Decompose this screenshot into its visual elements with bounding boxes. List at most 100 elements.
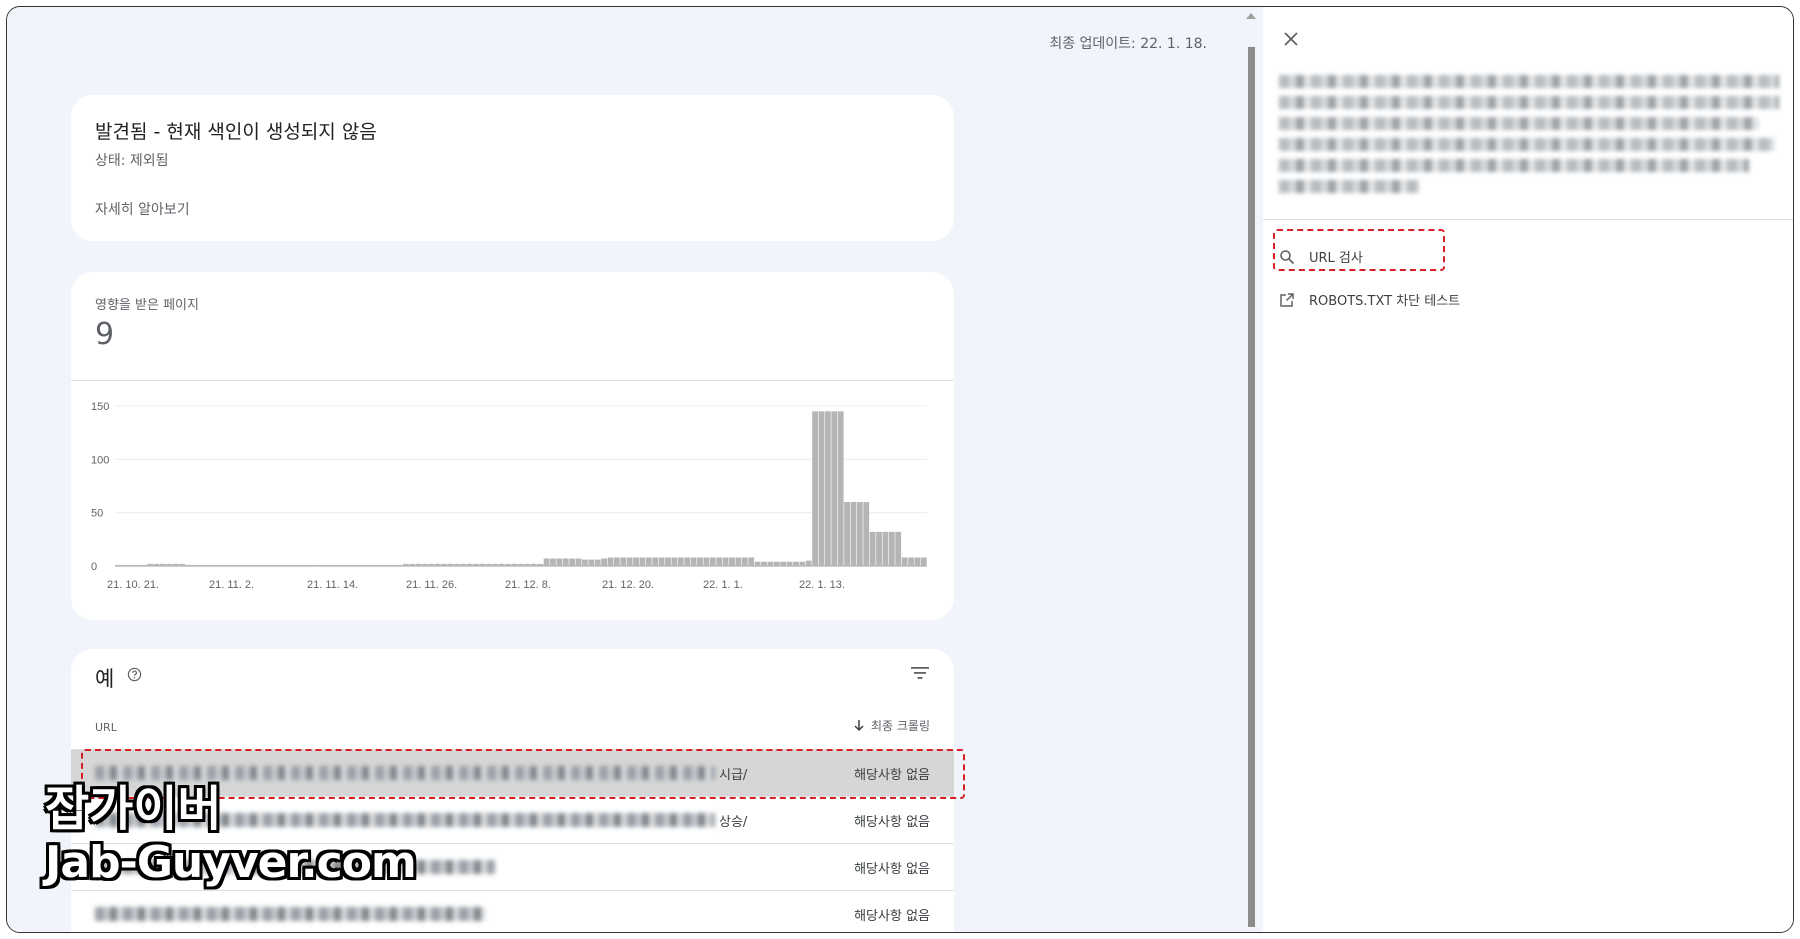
bar [351, 564, 358, 566]
bar [479, 563, 486, 566]
bar [326, 564, 333, 566]
bar [556, 558, 563, 566]
bar [786, 561, 793, 566]
robots-test-button[interactable]: ROBOTS.TXT 차단 테스트 [1279, 290, 1460, 309]
bar [147, 563, 154, 566]
bar [837, 411, 844, 566]
row-last-crawl: 해당사항 없음 [854, 767, 930, 783]
bar [773, 561, 780, 566]
scroll-thumb[interactable] [1248, 47, 1255, 927]
bar [722, 557, 729, 566]
bar [313, 564, 320, 566]
bar [345, 564, 352, 566]
learn-more-link[interactable]: 자세히 알아보기 [95, 199, 190, 219]
bar [115, 564, 122, 566]
row-url [95, 891, 489, 932]
bar [831, 411, 838, 566]
x-tick-label: 21. 11. 14. [307, 579, 358, 591]
bar [690, 557, 697, 566]
bar [671, 557, 678, 566]
bar [396, 564, 403, 566]
bar [460, 563, 467, 566]
bar [409, 563, 416, 566]
bar [639, 557, 646, 566]
table-row[interactable]: 해당사항 없음 [71, 890, 954, 932]
bar [920, 557, 927, 566]
bar [818, 411, 825, 566]
bar [128, 564, 134, 566]
column-header-last-crawl[interactable]: 최종 크롤링 [853, 717, 930, 734]
bar [607, 557, 614, 566]
affected-pages-label: 영향을 받은 페이지 [95, 298, 199, 313]
bar [492, 563, 499, 566]
bar [735, 557, 742, 566]
close-icon[interactable] [1283, 31, 1299, 51]
bar [160, 563, 166, 566]
x-tick-label: 22. 1. 13. [799, 579, 845, 591]
column-header-url: URL [95, 721, 117, 734]
watermark: 잡가이버 Jab-Guyver.com [45, 781, 417, 889]
redacted-url [95, 766, 715, 780]
help-icon[interactable] [127, 667, 142, 686]
bar [703, 557, 710, 566]
bar [844, 502, 850, 566]
bar [780, 561, 787, 566]
bar [665, 557, 671, 566]
bar [454, 563, 460, 566]
search-icon [1280, 249, 1295, 264]
bar [761, 561, 767, 566]
url-suffix: 시급/ [719, 767, 748, 783]
bar [403, 563, 409, 566]
bar [882, 531, 889, 566]
examples-title: 예 [95, 667, 115, 691]
bar [767, 561, 774, 566]
bar [530, 563, 537, 566]
bar [799, 561, 806, 566]
watermark-line1: 잡가이버 [45, 781, 222, 837]
scroll-up-arrow[interactable] [1246, 13, 1256, 19]
redacted-url-details [1279, 75, 1779, 205]
status-card: 발견됨 - 현재 색인이 생성되지 않음 상태: 제외됨 자세히 알아보기 [71, 95, 954, 241]
url-suffix: 상승/ [719, 814, 748, 830]
bar [294, 564, 301, 566]
bar [594, 559, 601, 566]
bar [441, 563, 448, 566]
bar [473, 563, 480, 566]
bar [217, 564, 224, 566]
bar [486, 563, 492, 566]
y-tick-label: 150 [91, 401, 109, 413]
bar [850, 502, 857, 566]
panel-divider [1263, 219, 1793, 220]
bar [812, 411, 819, 566]
page-title: 발견됨 - 현재 색인이 생성되지 않음 [95, 121, 377, 143]
bar [230, 564, 237, 566]
bar [166, 563, 173, 566]
bar [550, 558, 556, 566]
bar [243, 564, 249, 566]
filter-icon[interactable] [910, 665, 930, 685]
bar [805, 560, 812, 566]
bar [588, 559, 595, 566]
bar [505, 563, 512, 566]
status-subtitle: 상태: 제외됨 [95, 153, 169, 169]
bar [729, 557, 735, 566]
bar [697, 557, 703, 566]
robots-test-label: ROBOTS.TXT 차단 테스트 [1309, 294, 1461, 309]
bar [377, 564, 384, 566]
scrollbar[interactable] [1239, 7, 1263, 932]
bar [364, 564, 371, 566]
url-inspect-button[interactable]: URL 검사 [1279, 247, 1363, 266]
bar [319, 564, 326, 566]
bar [140, 564, 147, 566]
bar [198, 564, 205, 566]
bar [614, 557, 620, 566]
bar [255, 564, 262, 566]
bar [601, 558, 608, 566]
bar [211, 564, 217, 566]
bar [652, 557, 659, 566]
bar [793, 561, 799, 566]
bar [677, 557, 684, 566]
bar [645, 557, 652, 566]
bar [741, 557, 748, 566]
bar [332, 564, 339, 566]
